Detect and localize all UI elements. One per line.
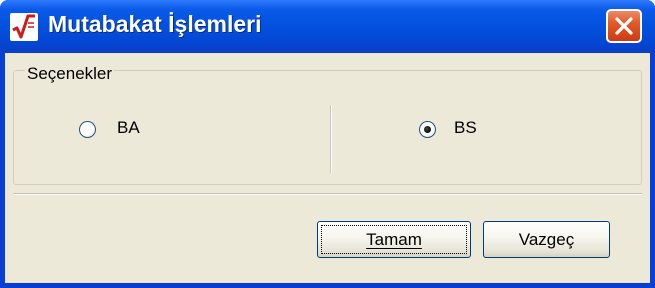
horizontal-separator bbox=[13, 193, 642, 195]
square-root-icon bbox=[10, 13, 38, 41]
options-groupbox: BA BS bbox=[13, 70, 642, 185]
radio-ba-label[interactable]: BA bbox=[117, 118, 140, 138]
radio-bs-label[interactable]: BS bbox=[454, 118, 477, 138]
dialog-window: Mutabakat İşlemleri BA BS Seçenekler Tam… bbox=[0, 0, 655, 288]
radio-selected-dot bbox=[424, 126, 431, 133]
close-icon bbox=[615, 17, 633, 35]
focus-rectangle bbox=[321, 225, 467, 254]
close-button[interactable] bbox=[606, 9, 642, 43]
cancel-button[interactable]: Vazgeç bbox=[483, 221, 610, 258]
window-title: Mutabakat İşlemleri bbox=[48, 11, 262, 37]
dialog-client-area: BA BS Seçenekler Tamam Vazgeç bbox=[5, 53, 650, 283]
ok-button[interactable]: Tamam bbox=[317, 221, 471, 258]
options-group-legend: Seçenekler bbox=[25, 64, 115, 84]
radio-bs-button[interactable] bbox=[419, 121, 436, 138]
vertical-divider bbox=[330, 105, 332, 173]
radio-ba-button[interactable] bbox=[79, 121, 96, 138]
cancel-button-label: Vazgeç bbox=[518, 229, 575, 249]
title-bar[interactable]: Mutabakat İşlemleri bbox=[0, 0, 655, 53]
